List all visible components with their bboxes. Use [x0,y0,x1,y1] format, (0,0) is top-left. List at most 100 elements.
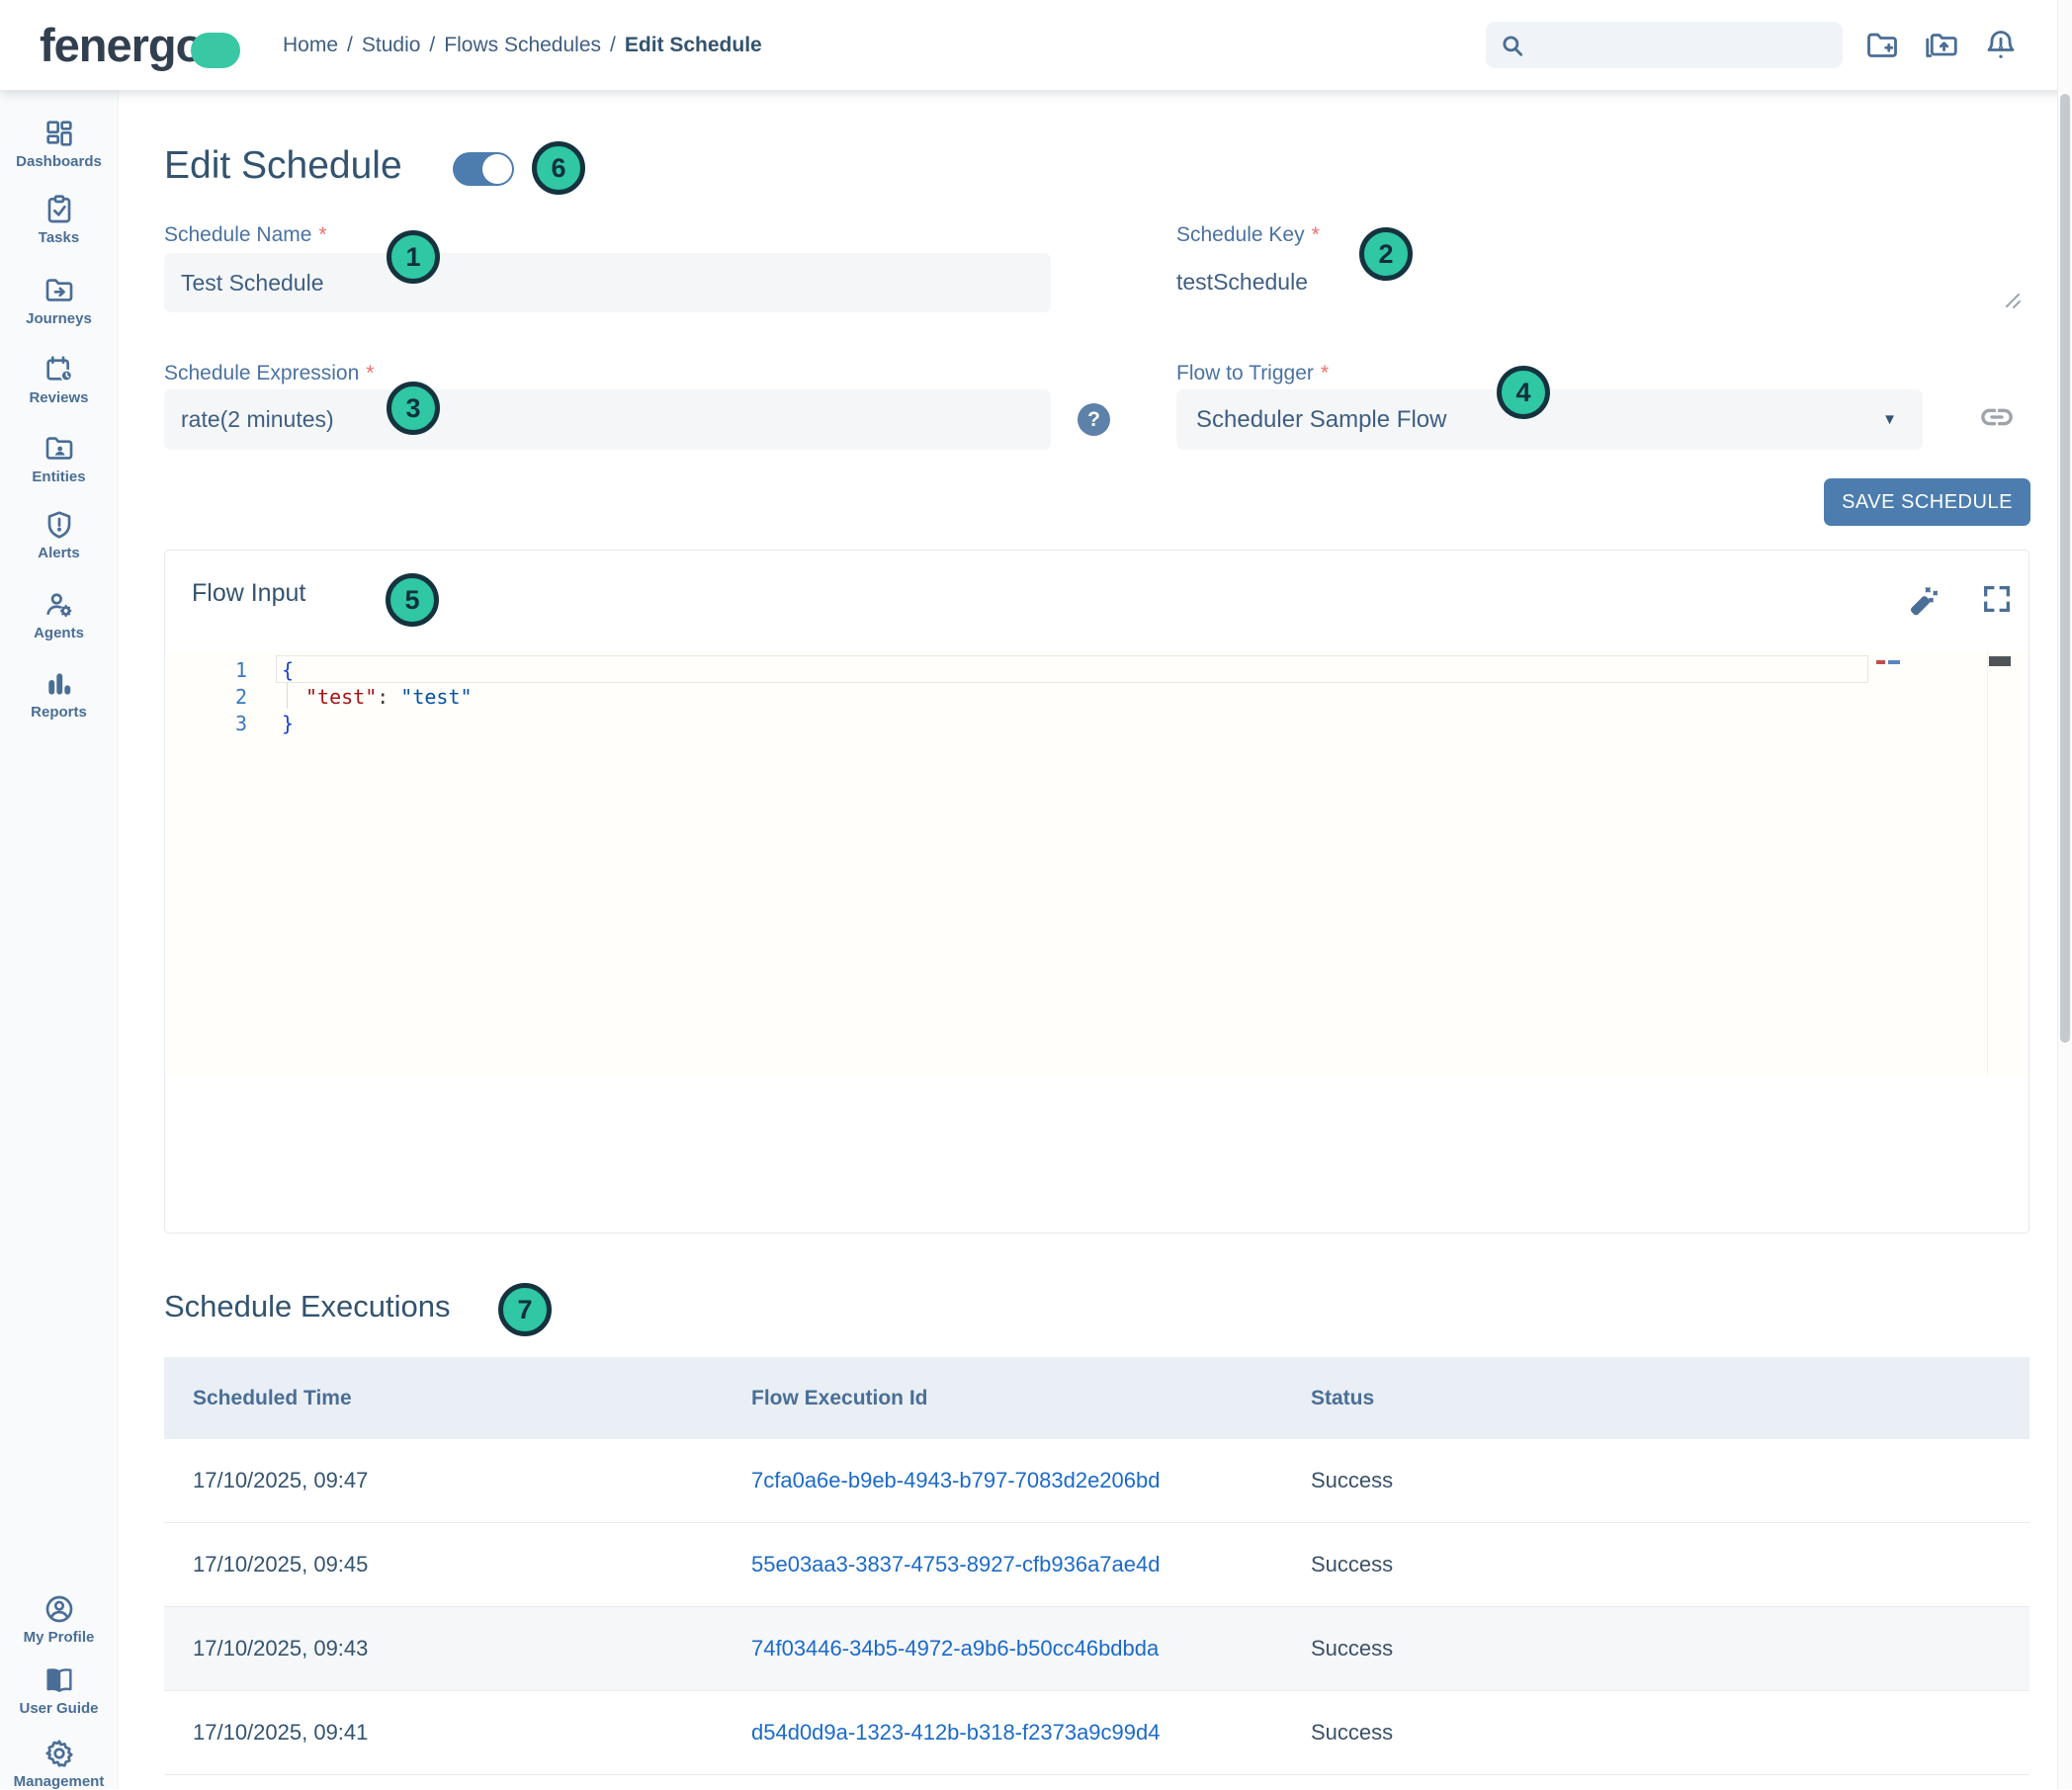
journeys-folder-arrow-icon [43,275,75,306]
sidebar-item-label: Reports [31,704,87,721]
status-cell: Success [1311,1691,1393,1774]
sidebar-item-label: Tasks [39,229,79,246]
schedule-name-label: Schedule Name* [164,223,327,247]
flow-to-trigger-value: Scheduler Sample Flow [1196,406,1446,434]
breadcrumb-home[interactable]: Home [283,34,338,57]
folder-add-icon[interactable] [1864,28,1900,63]
sidebar-item-alerts[interactable]: Alerts [0,509,118,561]
schedule-enabled-toggle[interactable] [453,152,514,186]
sidebar-item-user-guide[interactable]: User Guide [0,1664,118,1717]
column-header-scheduled-time: Scheduled Time [193,1357,352,1439]
status-cell: Success [1311,1439,1393,1522]
schedule-name-input[interactable]: Test Schedule [164,253,1051,312]
breadcrumb-separator: / [610,34,616,57]
sidebar-item-label: Dashboards [16,153,102,170]
flow-execution-id-link[interactable]: 55e03aa3-3837-4753-8927-cfb936a7ae4d [751,1523,1160,1606]
breadcrumb-flows-schedules[interactable]: Flows Schedules [444,34,601,57]
executions-table-header: Scheduled Time Flow Execution Id Status [164,1357,2029,1439]
breadcrumb-separator: / [347,34,353,57]
flow-execution-id-link[interactable]: d54d0d9a-1323-412b-b318-f2373a9c99d4 [751,1691,1160,1774]
flow-execution-id-link[interactable]: 74f03446-34b5-4972-a9b6-b50cc46bdbda [751,1607,1159,1690]
sidebar-item-agents[interactable]: Agents [0,589,118,641]
reviews-calendar-clock-icon [43,354,75,385]
schedule-expression-input[interactable]: rate(2 minutes) [164,389,1051,450]
sidebar-item-label: Agents [34,625,84,641]
flow-execution-id-link[interactable]: 7cfa0a6e-b9eb-4943-b797-7083d2e206bd [751,1439,1160,1522]
page-title: Edit Schedule [164,144,402,188]
flow-input-title: Flow Input [192,579,305,608]
editor-scrollbar-thumb[interactable] [1989,656,2011,666]
page-scrollbar[interactable] [2057,0,2072,1789]
logo-text: fenergo [40,18,203,72]
schedule-key-input[interactable]: testSchedule [1176,269,1308,296]
format-wand-icon[interactable] [1907,582,1941,616]
breadcrumb-studio[interactable]: Studio [362,34,421,57]
sidebar-item-label: Alerts [38,545,80,561]
sidebar-item-management[interactable]: Management [0,1738,118,1790]
profile-person-circle-icon [43,1593,75,1625]
annotation-badge-3: 3 [387,382,440,435]
logo-pill [191,33,240,68]
search-icon [1500,33,1525,58]
search-input[interactable] [1535,33,1816,57]
flow-input-panel: Flow Input 1 { 2 "test":"test" 3 } [164,550,2029,1234]
management-gear-icon [43,1738,75,1769]
annotation-badge-2: 2 [1359,227,1413,281]
sidebar-item-label: User Guide [19,1700,98,1717]
column-header-status: Status [1311,1357,1374,1439]
flow-to-trigger-select[interactable]: Scheduler Sample Flow ▼ [1176,389,1923,450]
page-scrollbar-thumb[interactable] [2060,94,2070,1043]
required-asterisk: * [1312,223,1320,246]
sidebar-item-label: Journeys [26,310,92,327]
sidebar-item-my-profile[interactable]: My Profile [0,1593,118,1646]
expression-help-icon[interactable]: ? [1078,403,1110,436]
schedule-expression-value: rate(2 minutes) [181,406,334,433]
reports-bar-chart-icon [43,668,75,700]
fullscreen-expand-icon[interactable] [1980,582,2014,616]
table-row: 17/10/2025, 09:41 d54d0d9a-1323-412b-b31… [164,1691,2029,1775]
breadcrumb: Home / Studio / Flows Schedules / Edit S… [283,0,762,90]
code-line-3: } [282,712,294,735]
sidebar-item-journeys[interactable]: Journeys [0,275,118,327]
status-cell: Success [1311,1523,1393,1606]
sidebar-item-reports[interactable]: Reports [0,668,118,721]
line-number: 3 [221,712,247,735]
flow-input-editor[interactable]: 1 { 2 "test":"test" 3 } [166,652,2029,1075]
sidebar-item-tasks[interactable]: Tasks [0,194,118,246]
folder-upload-icon[interactable] [1924,28,1959,63]
sidebar-item-entities[interactable]: Entities [0,433,118,485]
chevron-down-icon: ▼ [1882,411,1897,428]
fenergo-logo[interactable]: fenergo [40,0,240,90]
scheduled-time-cell: 17/10/2025, 09:41 [193,1691,368,1774]
executions-table: Scheduled Time Flow Execution Id Status … [164,1357,2029,1775]
sidebar-item-label: Entities [32,469,85,485]
breadcrumb-separator: / [429,34,435,57]
sidebar-item-reviews[interactable]: Reviews [0,354,118,406]
scheduled-time-cell: 17/10/2025, 09:47 [193,1439,368,1522]
code-line-1: { [282,658,294,682]
flow-to-trigger-label: Flow to Trigger* [1176,362,1329,385]
minimap-code-mark [1888,660,1900,664]
alerts-shield-icon [43,509,75,541]
code-line-2: "test":"test" [282,685,473,709]
status-cell: Success [1311,1607,1393,1690]
entities-folder-person-icon [43,433,75,465]
schedule-executions-heading: Schedule Executions [164,1289,451,1324]
open-flow-link-icon[interactable] [1977,397,2017,437]
app-header: fenergo Home / Studio / Flows Schedules … [0,0,2072,90]
table-row: 17/10/2025, 09:45 55e03aa3-3837-4753-892… [164,1523,2029,1607]
line-number: 1 [221,658,247,682]
annotation-badge-4: 4 [1497,366,1550,419]
schedule-key-label: Schedule Key* [1176,223,1320,247]
textarea-resize-grip[interactable] [1999,287,2023,310]
table-row: 17/10/2025, 09:43 74f03446-34b5-4972-a9b… [164,1607,2029,1691]
global-search[interactable] [1486,22,1843,68]
sidebar-item-label: Management [14,1773,105,1790]
current-line-highlight [276,655,1868,683]
save-schedule-button[interactable]: SAVE SCHEDULE [1824,478,2030,526]
required-asterisk: * [1321,362,1329,384]
sidebar-item-dashboards[interactable]: Dashboards [0,118,118,170]
column-header-flow-execution-id: Flow Execution Id [751,1357,928,1439]
notification-bell-icon[interactable] [1983,28,2019,63]
breadcrumb-current: Edit Schedule [625,34,762,57]
